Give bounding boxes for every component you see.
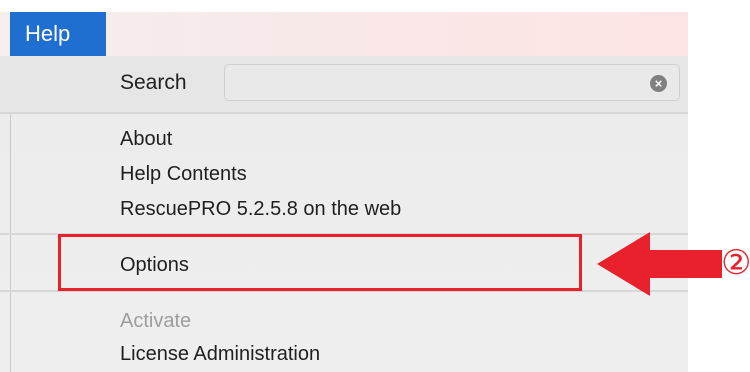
search-row: Search × [0,56,688,112]
help-dropdown-menu: Search × About Help Contents RescuePRO 5… [0,56,688,372]
menu-item-about[interactable]: About [120,128,172,151]
search-input[interactable]: × [224,64,680,101]
clear-icon[interactable]: × [650,75,667,92]
step-number-label: ② [721,244,750,282]
options-highlight-box [58,234,582,291]
help-menu-title[interactable]: Help [10,12,106,56]
menu-item-rescuepro-web[interactable]: RescuePRO 5.2.5.8 on the web [120,198,401,221]
menu-separator [0,112,688,114]
arrow-left-icon [597,232,722,296]
menu-item-activate: Activate [120,310,192,332]
menu-item-license-administration[interactable]: License Administration [120,343,320,366]
search-label: Search [120,71,187,94]
menu-item-help-contents[interactable]: Help Contents [120,163,247,186]
